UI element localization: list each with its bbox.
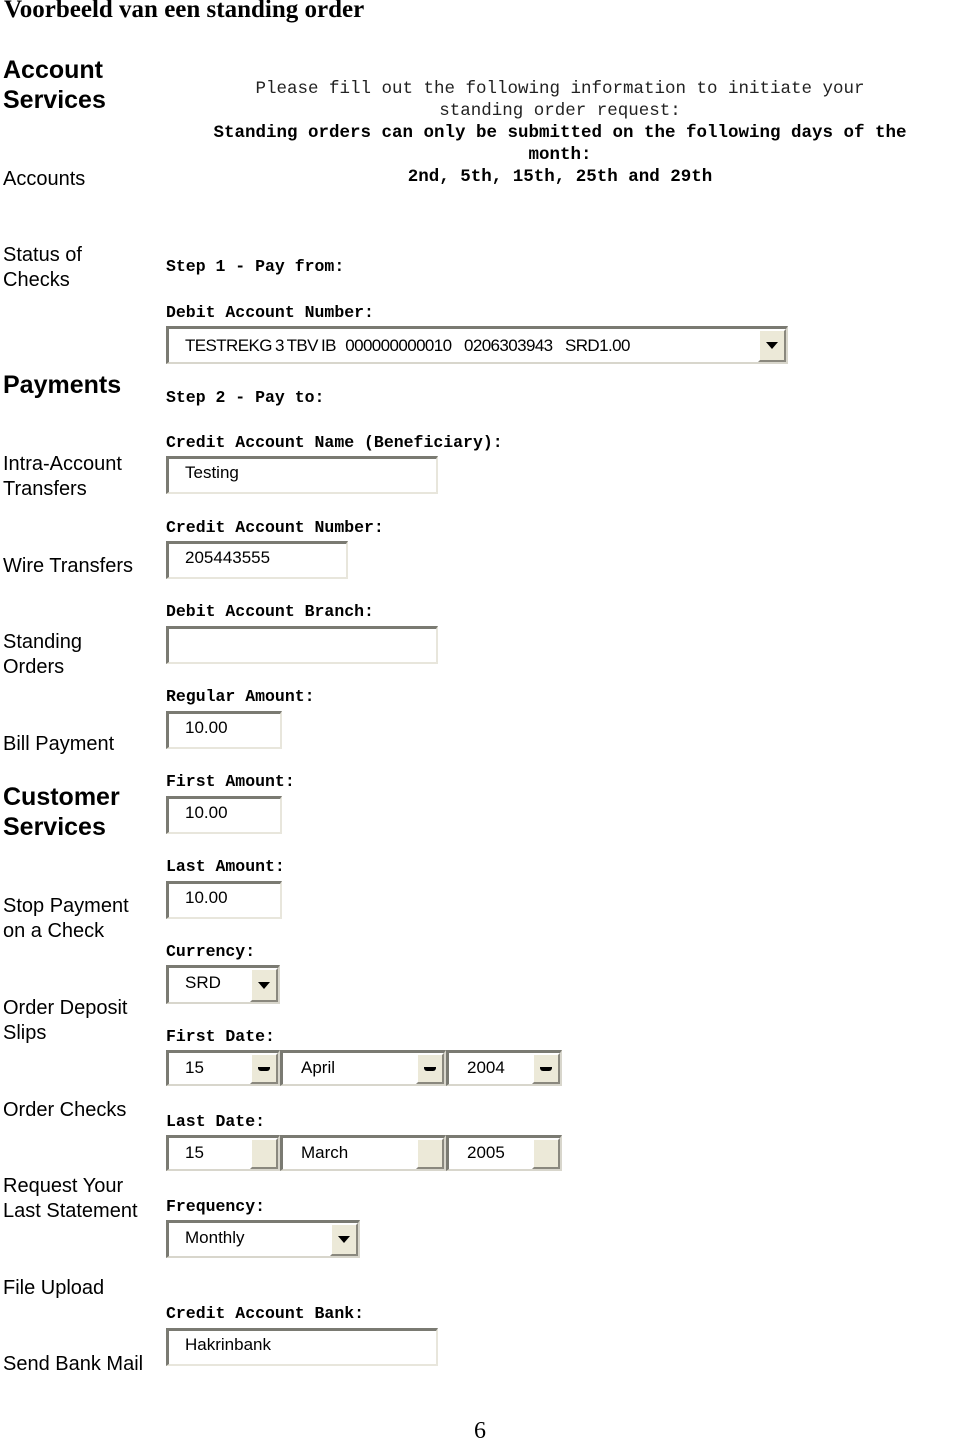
regular-amount-label: Regular Amount: xyxy=(166,687,315,706)
frequency-select[interactable]: Monthly xyxy=(166,1220,360,1258)
credit-account-bank-label: Credit Account Bank: xyxy=(166,1304,365,1323)
dropdown-arrow-icon[interactable] xyxy=(250,1053,278,1084)
first-date-month-select[interactable]: April xyxy=(280,1050,446,1086)
debit-account-branch-label: Debit Account Branch: xyxy=(166,602,374,621)
selected-value: 15 xyxy=(185,1143,204,1162)
credit-account-name-label: Credit Account Name (Beneficiary): xyxy=(166,433,503,452)
submission-days-notice: month: xyxy=(528,145,592,165)
sidebar-item-order-checks[interactable]: Order Checks xyxy=(3,1098,126,1123)
first-date-day-select[interactable]: 15 xyxy=(166,1050,280,1086)
sidebar-item-status-of-checks[interactable]: Status of Checks xyxy=(3,243,113,293)
selected-value: SRD xyxy=(185,973,221,992)
selected-value: 2005 xyxy=(467,1143,505,1162)
sidebar-item-order-deposit-slips[interactable]: Order Deposit Slips xyxy=(3,996,153,1046)
step2-heading: Step 2 - Pay to: xyxy=(166,388,325,407)
sidebar-item-intra-account-transfers[interactable]: Intra-Account Transfers xyxy=(3,452,153,502)
last-date-label: Last Date: xyxy=(166,1112,266,1131)
sidebar-item-send-bank-mail[interactable]: Send Bank Mail xyxy=(3,1352,143,1377)
submission-days-notice: Standing orders can only be submitted on… xyxy=(213,123,907,143)
first-date-year-select[interactable]: 2004 xyxy=(446,1050,562,1086)
debit-account-branch-input[interactable] xyxy=(166,626,438,664)
last-date-year-select[interactable]: 2005 xyxy=(446,1135,562,1171)
dropdown-button[interactable] xyxy=(250,1138,278,1169)
sidebar-item-wire-transfers[interactable]: Wire Transfers xyxy=(3,554,133,579)
dropdown-arrow-icon[interactable] xyxy=(250,968,278,1002)
intro-line: Please fill out the following informatio… xyxy=(255,79,865,99)
selected-value: March xyxy=(301,1143,349,1162)
page-number: 6 xyxy=(474,1418,486,1444)
selected-value: TESTREKG 3 TBV IB 000000000010 020630394… xyxy=(185,336,630,355)
document-title: Voorbeeld van een standing order xyxy=(4,0,365,23)
credit-account-number-label: Credit Account Number: xyxy=(166,518,384,537)
dropdown-arrow-icon[interactable] xyxy=(532,1053,560,1084)
intro-text: Please fill out the following informatio… xyxy=(160,78,960,188)
first-amount-input[interactable]: 10.00 xyxy=(166,796,282,834)
submission-days-list: 2nd, 5th, 15th, 25th and 29th xyxy=(407,167,713,187)
credit-account-name-input[interactable]: Testing xyxy=(166,456,438,494)
last-amount-input[interactable]: 10.00 xyxy=(166,881,282,919)
debit-account-number-label: Debit Account Number: xyxy=(166,303,374,322)
dropdown-arrow-icon[interactable] xyxy=(758,329,786,362)
selected-value: Monthly xyxy=(185,1228,245,1247)
sidebar-item-bill-payment[interactable]: Bill Payment xyxy=(3,732,114,757)
credit-account-number-input[interactable]: 205443555 xyxy=(166,541,348,579)
first-date-label: First Date: xyxy=(166,1027,275,1046)
sidebar-heading-payments: Payments xyxy=(3,371,122,399)
dropdown-arrow-icon[interactable] xyxy=(330,1223,358,1256)
debit-account-number-select[interactable]: TESTREKG 3 TBV IB 000000000010 020630394… xyxy=(166,326,788,364)
selected-value: 2004 xyxy=(467,1058,505,1077)
credit-account-bank-input[interactable]: Hakrinbank xyxy=(166,1328,438,1366)
intro-line: standing order request: xyxy=(439,101,681,121)
dropdown-button[interactable] xyxy=(416,1138,444,1169)
sidebar-heading-customer-services: Customer Services xyxy=(3,783,120,841)
last-date-month-select[interactable]: March xyxy=(280,1135,446,1171)
sidebar-item-accounts[interactable]: Accounts xyxy=(3,167,85,192)
frequency-label: Frequency: xyxy=(166,1197,266,1216)
step1-heading: Step 1 - Pay from: xyxy=(166,257,345,276)
regular-amount-input[interactable]: 10.00 xyxy=(166,711,282,749)
first-amount-label: First Amount: xyxy=(166,772,295,791)
selected-value: 15 xyxy=(185,1058,204,1077)
sidebar-item-stop-payment[interactable]: Stop Payment on a Check xyxy=(3,894,153,944)
currency-label: Currency: xyxy=(166,942,256,961)
last-date-day-select[interactable]: 15 xyxy=(166,1135,280,1171)
selected-value: April xyxy=(301,1058,336,1077)
sidebar-item-standing-orders[interactable]: Standing Orders xyxy=(3,630,113,680)
last-amount-label: Last Amount: xyxy=(166,857,285,876)
dropdown-arrow-icon[interactable] xyxy=(416,1053,444,1084)
sidebar-heading-account-services: Account Services xyxy=(3,56,106,114)
sidebar-item-file-upload[interactable]: File Upload xyxy=(3,1276,104,1301)
sidebar-item-request-last-statement[interactable]: Request Your Last Statement xyxy=(3,1174,163,1224)
dropdown-button[interactable] xyxy=(532,1138,560,1169)
currency-select[interactable]: SRD xyxy=(166,965,280,1004)
